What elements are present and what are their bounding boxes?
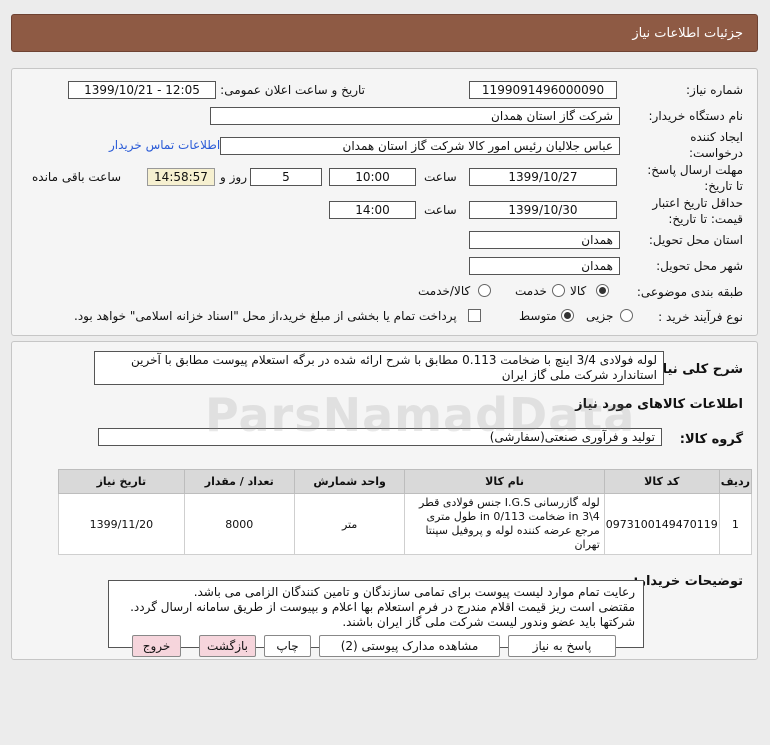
deadline-label-2: تا تاریخ: — [704, 179, 743, 193]
goods-table: ردیف کد کالا نام کالا واحد شمارش تعداد /… — [58, 469, 753, 555]
table-row: 1 0973100149470119 لوله گازرسانی I.G.S ج… — [58, 493, 753, 555]
page-title: جزئیات اطلاعات نیاز — [632, 26, 743, 41]
print-button[interactable]: چاپ — [264, 635, 311, 657]
deadline-time-field: 10:00 — [329, 168, 416, 186]
process-label: نوع فرآیند خرید : — [658, 310, 743, 324]
category-option-service: خدمت — [515, 284, 547, 298]
exit-button[interactable]: خروج — [132, 635, 181, 657]
creator-label-1: ایجاد کننده — [690, 130, 743, 144]
deadline-date-field: 1399/10/27 — [469, 168, 617, 186]
cell-qty: 8000 — [183, 493, 295, 555]
validity-time-label: ساعت — [424, 203, 457, 217]
buyer-note-line: رعایت تمام موارد لیست پیوست برای تمامی س… — [193, 585, 635, 599]
need-number-field: 1199091496000090 — [469, 81, 617, 99]
buyer-note-line: شرکتها باید عضو وندور لیست شرکت ملی گاز … — [342, 615, 635, 629]
description-field: لوله فولادی 3/4 اینچ با ضخامت 0.113 مطاب… — [94, 351, 664, 385]
deadline-label-1: مهلت ارسال پاسخ: — [647, 163, 743, 177]
col-date: تاریخ نیاز — [58, 469, 185, 494]
col-unit: واحد شمارش — [293, 469, 406, 494]
category-option-goods-service: کالا/خدمت — [418, 284, 471, 298]
buyer-contact-link[interactable]: اطلاعات تماس خریدار — [109, 138, 220, 152]
action-bar: پاسخ به نیاز مشاهده مدارک پیوستی (2) چاپ… — [0, 635, 770, 659]
announce-label: تاریخ و ساعت اعلان عمومی: — [220, 83, 365, 97]
details-panel: شرح کلی نیاز: لوله فولادی 3/4 اینچ با ضخ… — [11, 341, 758, 660]
validity-label-2: قیمت: تا تاریخ: — [668, 212, 743, 226]
days-label: روز و — [220, 170, 247, 184]
col-row: ردیف — [718, 469, 753, 494]
attachments-button[interactable]: مشاهده مدارک پیوستی (2) — [319, 635, 500, 657]
process-option-minor: جزیی — [586, 309, 614, 323]
province-field: همدان — [469, 231, 620, 249]
page-header: جزئیات اطلاعات نیاز — [11, 14, 758, 52]
treasury-checkbox[interactable] — [468, 309, 481, 322]
buyer-org-label: نام دستگاه خریدار: — [648, 109, 744, 123]
buyer-org-field: شرکت گاز استان همدان — [210, 107, 620, 125]
buyer-note-line: مقتضی است ریز قیمت اقلام مندرج در فرم اس… — [130, 600, 635, 614]
buyer-notes-label: توضیحات خریدار: — [633, 574, 743, 589]
deadline-time-label: ساعت — [424, 170, 457, 184]
creator-field: عباس جلالیان رئیس امور کالا شرکت گاز است… — [220, 137, 620, 155]
city-label: شهر محل تحویل: — [656, 259, 743, 273]
validity-label-1: حداقل تاریخ اعتبار — [652, 196, 743, 210]
col-code: کد کالا — [603, 469, 720, 494]
process-radio-medium[interactable] — [561, 309, 574, 322]
validity-time-field: 14:00 — [329, 201, 416, 219]
need-number-label: شماره نیاز: — [686, 83, 743, 97]
announce-field: 1399/10/21 - 12:05 — [68, 81, 216, 99]
province-label: استان محل تحویل: — [648, 233, 743, 247]
validity-date-field: 1399/10/30 — [469, 201, 617, 219]
category-radio-service[interactable] — [552, 284, 565, 297]
remaining-time-label: ساعت باقی مانده — [32, 170, 122, 184]
cell-row: 1 — [718, 493, 753, 555]
cell-date: 1399/11/20 — [58, 493, 185, 555]
creator-label-2: درخواست: — [689, 146, 743, 160]
process-option-medium: متوسط — [519, 309, 557, 323]
info-panel: شماره نیاز: 1199091496000090 تاریخ و ساع… — [11, 68, 758, 336]
payment-note: پرداخت تمام یا بخشی از مبلغ خرید،از محل … — [74, 309, 457, 323]
category-radio-goods-service[interactable] — [478, 284, 491, 297]
remaining-time-field: 14:58:57 — [147, 168, 215, 186]
goods-group-field: تولید و فرآوری صنعتی(سفارشی) — [98, 428, 662, 446]
col-name: نام کالا — [404, 469, 605, 494]
goods-table-header: ردیف کد کالا نام کالا واحد شمارش تعداد /… — [58, 469, 753, 494]
category-label: طبقه بندی موضوعی: — [636, 285, 743, 299]
cell-code: 0973100149470119 — [603, 493, 720, 555]
cell-name: لوله گازرسانی I.G.S جنس فولادی قطر 4\3 i… — [404, 493, 605, 555]
reply-button[interactable]: پاسخ به نیاز — [508, 635, 616, 657]
process-radio-minor[interactable] — [620, 309, 633, 322]
city-field: همدان — [469, 257, 620, 275]
cell-unit: متر — [293, 493, 406, 555]
days-field: 5 — [250, 168, 322, 186]
goods-group-label: گروه کالا: — [679, 432, 743, 447]
category-option-goods: کالا — [570, 284, 587, 298]
col-qty: تعداد / مقدار — [183, 469, 295, 494]
back-button[interactable]: بازگشت — [199, 635, 256, 657]
category-radio-goods[interactable] — [596, 284, 609, 297]
goods-section-title: اطلاعات کالاهای مورد نیاز — [575, 397, 743, 412]
